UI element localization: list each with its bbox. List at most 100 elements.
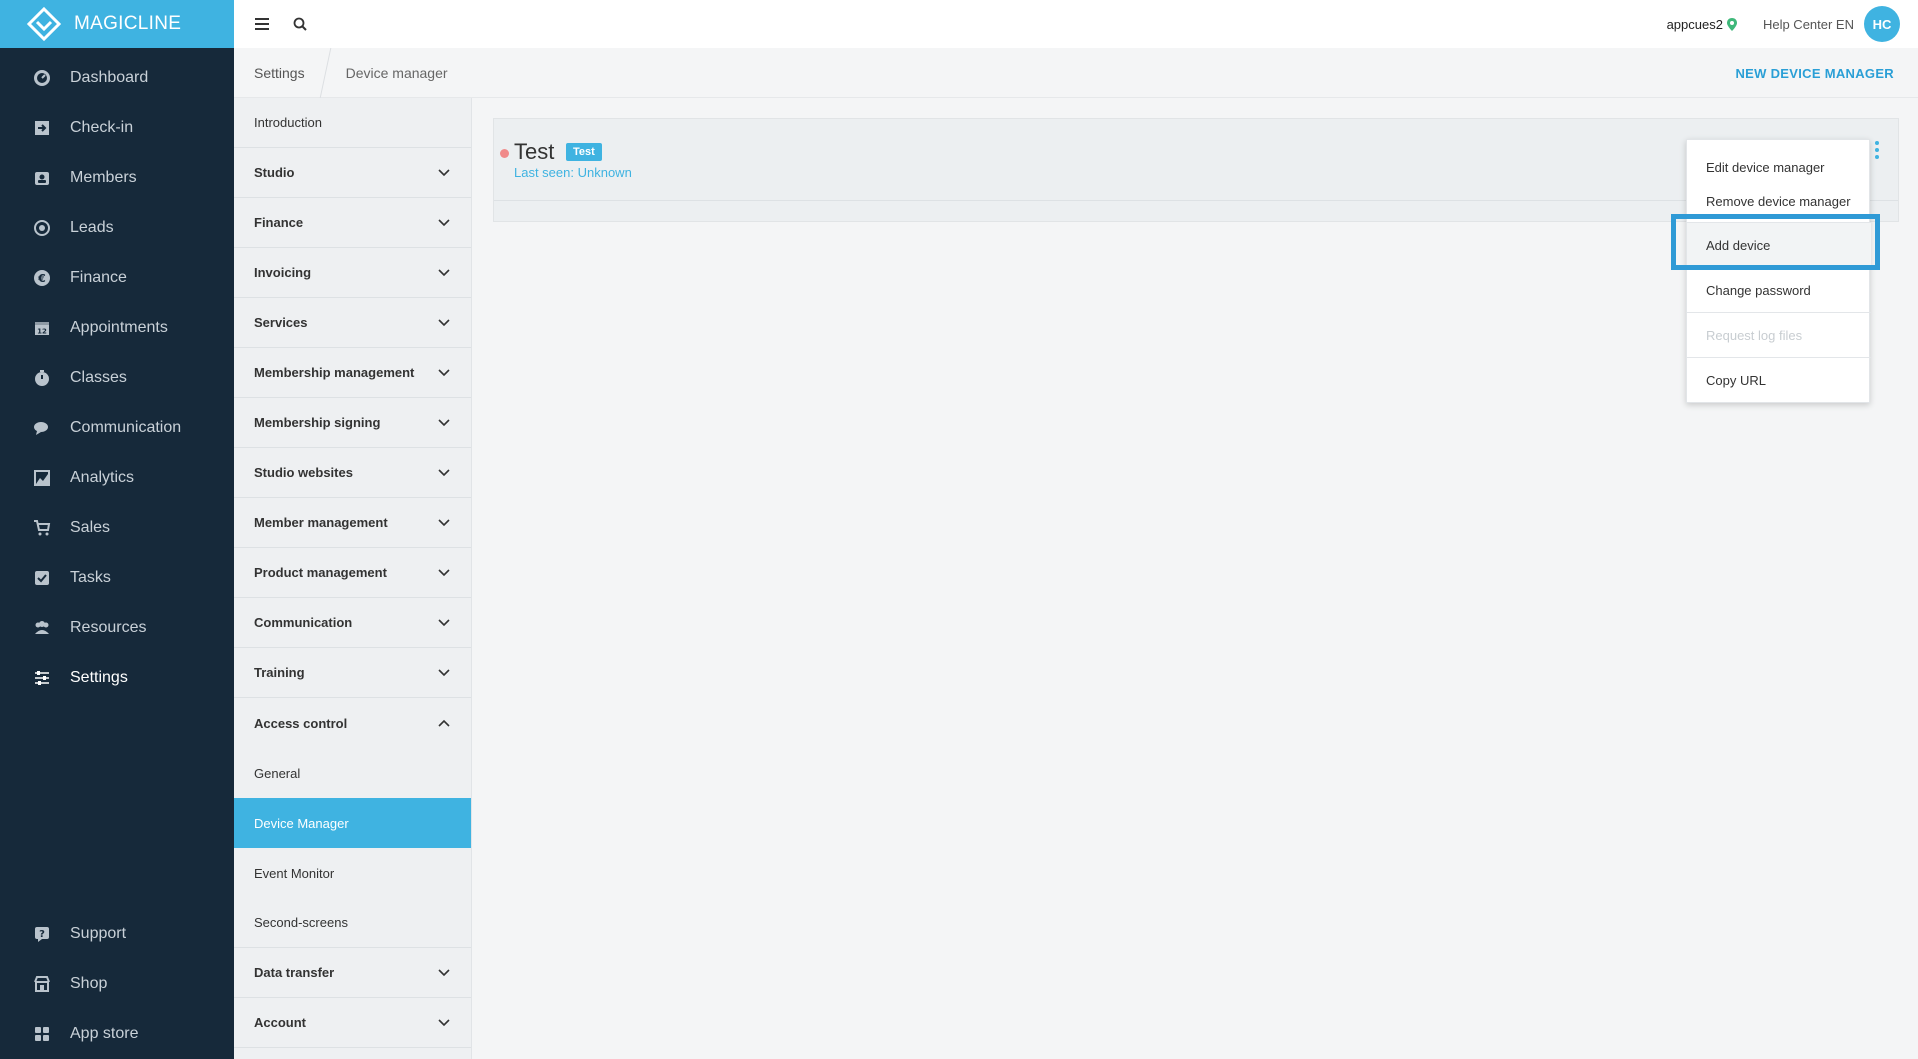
submenu-label: Member management xyxy=(254,515,388,530)
members-icon xyxy=(32,168,52,188)
hamburger-menu-icon[interactable] xyxy=(252,14,272,34)
submenu-item-training[interactable]: Training xyxy=(234,648,471,698)
menu-item-remove-device-manager[interactable]: Remove device manager xyxy=(1687,186,1871,216)
nav-label: Settings xyxy=(70,669,128,686)
nav-item-resources[interactable]: Resources xyxy=(0,603,234,653)
menu-item-change-password[interactable]: Change password xyxy=(1687,268,1871,312)
menu-item-request-log-files: Request log files xyxy=(1706,327,1803,343)
submenu-label: Membership signing xyxy=(254,415,381,430)
checkbox-icon xyxy=(32,568,52,588)
nav-item-analytics[interactable]: Analytics xyxy=(0,453,234,503)
submenu-item-device-manager[interactable]: Device Manager xyxy=(234,798,471,848)
finance-icon: € xyxy=(32,268,52,288)
chevron-down-icon xyxy=(437,1016,451,1030)
submenu-item-second-screens[interactable]: Second-screens xyxy=(234,898,471,948)
chevron-down-icon xyxy=(437,966,451,980)
submenu-label: Access control xyxy=(254,715,348,731)
device-manager-badge: Test xyxy=(566,143,602,161)
nav-label: Dashboard xyxy=(70,69,149,86)
menu-item-add-device[interactable]: Add device xyxy=(1687,223,1871,267)
chevron-down-icon xyxy=(437,166,451,180)
status-dot xyxy=(500,149,509,158)
device-manager-options-menu: Edit device manager Remove device manage… xyxy=(1686,139,1871,403)
submenu-label: Services xyxy=(254,315,308,330)
cart-icon xyxy=(32,518,52,538)
more-options-icon[interactable] xyxy=(1873,141,1881,159)
svg-text:12: 12 xyxy=(37,328,47,336)
submenu-item-event-monitor[interactable]: Event Monitor xyxy=(234,848,471,898)
breadcrumb: Settings Device manager NEW DEVICE MANAG… xyxy=(234,47,1918,98)
submenu-item-member-management[interactable]: Member management xyxy=(234,498,471,548)
nav-label: Sales xyxy=(70,519,111,536)
chevron-down-icon xyxy=(437,216,451,230)
new-device-manager-button[interactable]: NEW DEVICE MANAGER xyxy=(1735,48,1894,98)
chevron-down-icon xyxy=(437,566,451,580)
nav-item-tasks[interactable]: Tasks xyxy=(0,553,234,603)
breadcrumb-settings[interactable]: Settings xyxy=(234,48,325,98)
brand-name: MAGICLINE xyxy=(74,13,182,34)
submenu-label: Membership management xyxy=(254,365,415,380)
nav-item-checkin[interactable]: Check-in xyxy=(0,103,234,153)
nav-label: Finance xyxy=(70,269,127,286)
search-icon[interactable] xyxy=(290,14,310,34)
submenu-item-data-transfer[interactable]: Data transfer xyxy=(234,948,471,998)
submenu-label: Account xyxy=(254,1015,306,1030)
submenu-item-product-management[interactable]: Product management xyxy=(234,548,471,598)
submenu-item-finance[interactable]: Finance xyxy=(234,198,471,248)
nav-label: Members xyxy=(70,169,137,186)
submenu-label: Introduction xyxy=(254,115,322,130)
timer-icon xyxy=(32,368,52,388)
submenu-item-account[interactable]: Account xyxy=(234,998,471,1048)
submenu-item-access-control[interactable]: Access control xyxy=(234,698,471,748)
resources-icon xyxy=(32,618,52,638)
submenu-item-general[interactable]: General xyxy=(234,748,471,798)
submenu-item-membership-signing[interactable]: Membership signing xyxy=(234,398,471,448)
nav-item-sales[interactable]: Sales xyxy=(0,503,234,553)
nav-item-support[interactable]: ? Support xyxy=(0,909,234,959)
shop-icon xyxy=(32,974,52,994)
nav-item-finance[interactable]: € Finance xyxy=(0,253,234,303)
calendar-icon: 12 xyxy=(32,318,52,338)
nav-item-leads[interactable]: Leads xyxy=(0,203,234,253)
topbar-right: appcues2 Help Center EN HC xyxy=(1667,0,1900,48)
nav-item-shop[interactable]: Shop xyxy=(0,959,234,1009)
nav-label: Leads xyxy=(70,219,114,236)
menu-item-copy-url[interactable]: Copy URL xyxy=(1687,358,1871,402)
submenu-item-studio[interactable]: Studio xyxy=(234,148,471,198)
nav-item-members[interactable]: Members xyxy=(0,153,234,203)
nav-item-settings[interactable]: Settings xyxy=(0,653,234,703)
submenu-item-communication[interactable]: Communication xyxy=(234,598,471,648)
submenu-label: Event Monitor xyxy=(254,865,335,881)
checkin-icon xyxy=(32,118,52,138)
submenu-item-services[interactable]: Services xyxy=(234,298,471,348)
chevron-down-icon xyxy=(437,516,451,530)
brand[interactable]: MAGICLINE xyxy=(0,0,234,48)
nav-item-classes[interactable]: Classes xyxy=(0,353,234,403)
submenu-item-membership-management[interactable]: Membership management xyxy=(234,348,471,398)
nav-label: App store xyxy=(70,1025,139,1042)
studio-user-name[interactable]: appcues2 xyxy=(1667,17,1723,32)
sliders-icon xyxy=(32,668,52,688)
nav-item-communication[interactable]: Communication xyxy=(0,403,234,453)
nav-item-dashboard[interactable]: Dashboard xyxy=(0,53,234,103)
nav-item-appointments[interactable]: 12 Appointments xyxy=(0,303,234,353)
submenu-item-studio-websites[interactable]: Studio websites xyxy=(234,448,471,498)
submenu-label: Finance xyxy=(254,215,304,230)
location-pin-icon xyxy=(1726,17,1737,31)
grid-icon xyxy=(32,1024,52,1044)
submenu-item-introduction[interactable]: Introduction xyxy=(234,98,471,148)
help-center-link[interactable]: Help Center EN xyxy=(1763,17,1854,32)
chevron-down-icon xyxy=(437,616,451,630)
menu-item-edit-device-manager[interactable]: Edit device manager xyxy=(1687,152,1871,182)
svg-text:€: € xyxy=(37,272,46,285)
main-nav: Dashboard Check-in Members Leads € Finan… xyxy=(0,48,234,703)
chevron-down-icon xyxy=(437,366,451,380)
chat-icon xyxy=(32,418,52,438)
submenu-label: Training xyxy=(254,665,305,680)
avatar[interactable]: HC xyxy=(1864,6,1900,42)
chevron-down-icon xyxy=(437,416,451,430)
nav-label: Classes xyxy=(70,369,127,386)
nav-item-app-store[interactable]: App store xyxy=(0,1009,234,1059)
chevron-down-icon xyxy=(437,466,451,480)
submenu-item-invoicing[interactable]: Invoicing xyxy=(234,248,471,298)
